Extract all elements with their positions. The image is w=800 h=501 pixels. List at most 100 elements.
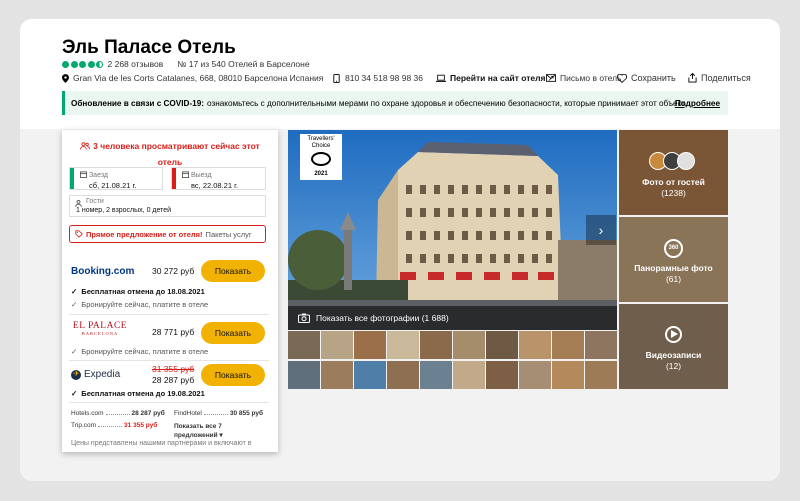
reviews-link[interactable]: 2 268 отзывов [108, 59, 164, 69]
checkin-accent [70, 168, 74, 189]
pay-later-note: ✓ Бронируйте сейчас, платите в отеле [71, 300, 208, 309]
expedia-logo-text: Expedia [84, 369, 121, 380]
award-year: 2021 [314, 171, 328, 177]
travellers-choice-badge: Travellers' Choice 2021 [300, 134, 342, 180]
rating-half-bubble-icon [96, 60, 103, 68]
show-button[interactable]: Показать [201, 364, 265, 386]
save-label: Сохранить [631, 73, 676, 83]
videos-count: (12) [665, 361, 682, 371]
thumbnail[interactable] [321, 361, 353, 389]
dotted-leader [98, 426, 123, 427]
phone-link[interactable]: 810 34 518 98 98 36 [332, 73, 423, 83]
address-text: Gran Via de les Corts Catalanes, 668, 08… [73, 73, 324, 83]
guests-field[interactable]: Гости 1 номер, 2 взрослых, 0 детей [69, 195, 266, 217]
email-link[interactable]: Письмо в отель [546, 73, 622, 83]
guest-photos-label: Фото от гостей [642, 177, 705, 187]
offer-expedia: ✈ Expedia 31 355 руб 28 287 руб Показать… [62, 362, 278, 402]
expedia-plane-icon: ✈ [71, 368, 81, 380]
elpalace-logo-sub: BARCELONA [81, 331, 119, 336]
mail-icon [546, 74, 556, 82]
thumbnail[interactable] [354, 361, 386, 389]
thumbnail[interactable] [519, 331, 551, 359]
show-all-offers-link[interactable]: Показать все 7 предложений ▾ [174, 422, 254, 440]
map-pin-icon [62, 73, 69, 83]
direct-deal-banner[interactable]: Прямое предложение от отеля! Пакеты услу… [69, 225, 266, 243]
hotel-header: Эль Паласе Отель 2 268 отзывов № 17 из 5… [20, 19, 780, 129]
calendar-icon [182, 171, 189, 178]
deal-packages: Пакеты услуг [205, 229, 252, 239]
mini-offer-price: 31 355 руб [124, 422, 158, 429]
award-title: Travellers' Choice [307, 136, 335, 149]
deal-text: Прямое предложение от отеля! [86, 229, 203, 239]
show-all-photos-label: Показать все фотографии (1 688) [316, 313, 449, 323]
guest-photos-tile[interactable]: Фото от гостей (1238) [619, 130, 728, 215]
thumbnail[interactable] [519, 361, 551, 389]
next-photo-button[interactable]: › [586, 215, 616, 245]
thumbnail[interactable] [486, 331, 518, 359]
thumbnail[interactable] [585, 361, 617, 389]
videos-tile[interactable]: Видеозаписи (12) [619, 304, 728, 389]
save-button[interactable]: Сохранить [617, 73, 676, 83]
rating-bubbles[interactable] [62, 60, 105, 68]
panorama-tile[interactable]: 360 Панорамные фото (61) [619, 217, 728, 302]
thumbnail[interactable] [552, 361, 584, 389]
tag-icon [75, 230, 83, 238]
thumbnail[interactable] [453, 361, 485, 389]
chevron-down-icon: ▾ [217, 432, 223, 439]
owl-icon [311, 152, 331, 166]
mini-offer-findhotel[interactable]: FindHotel 30 855 руб [174, 410, 263, 417]
thumbnail[interactable] [288, 331, 320, 359]
pay-later-text: Бронируйте сейчас, платите в отеле [81, 347, 209, 356]
checkin-label: Заезд [80, 171, 162, 179]
thumbnail[interactable] [453, 331, 485, 359]
website-link[interactable]: Перейти на сайт отеля ↗ [436, 73, 555, 84]
thumbnail[interactable] [420, 331, 452, 359]
thumbnail[interactable] [288, 361, 320, 389]
pay-later-note: ✓ Бронируйте сейчас, платите в отеле [71, 347, 208, 356]
thumbnail[interactable] [552, 331, 584, 359]
divider [69, 360, 269, 361]
checkin-label-text: Заезд [88, 172, 108, 179]
checkin-field[interactable]: Заезд сб, 21.08.21 г. [69, 167, 163, 190]
offer-price: 28 771 руб [152, 327, 195, 337]
phone-icon [333, 73, 340, 83]
camera-icon [298, 313, 310, 323]
thumbnail[interactable] [387, 331, 419, 359]
share-icon [688, 73, 697, 83]
info-row: Gran Via de les Corts Catalanes, 668, 08… [62, 71, 751, 85]
check-icon: ✓ [71, 300, 78, 309]
show-button[interactable]: Показать [201, 260, 265, 282]
share-button[interactable]: Поделиться [688, 73, 751, 83]
main-photo[interactable]: Travellers' Choice 2021 › Показать все ф… [288, 130, 617, 330]
thumbnail[interactable] [420, 361, 452, 389]
mini-offer-hotelscom[interactable]: Hotels.com 28 287 руб [71, 410, 165, 417]
thumbnail[interactable] [486, 361, 518, 389]
checkout-value: вс, 22.08.21 г. [191, 181, 238, 190]
pay-later-text: Бронируйте сейчас, платите в отеле [81, 300, 209, 309]
old-price: 31 355 руб [152, 364, 195, 374]
checkin-value: сб, 21.08.21 г. [89, 181, 137, 190]
heart-icon [617, 73, 627, 83]
thumbnail[interactable] [387, 361, 419, 389]
divider [69, 314, 269, 315]
covid-more-link[interactable]: Подробнее [675, 99, 720, 108]
covid-banner: Обновление в связи с COVID-19: ознакомьт… [62, 91, 728, 115]
covid-text: ознакомьтесь с дополнительными мерами по… [207, 98, 687, 108]
mini-offer-tripcom[interactable]: Trip.com 31 355 руб [71, 422, 157, 429]
page-title: Эль Паласе Отель [62, 37, 236, 58]
email-label: Письмо в отель [560, 73, 622, 83]
checkout-field[interactable]: Выезд вс, 22.08.21 г. [171, 167, 266, 190]
show-button[interactable]: Показать [201, 322, 265, 344]
rating-bubble-icon [79, 60, 86, 68]
people-icon [80, 142, 91, 150]
rank-link[interactable]: № 17 из 540 Отелей в Барселоне [177, 59, 309, 69]
free-cancel-note: ✓ Бесплатная отмена до 19.08.2021 [71, 389, 205, 398]
thumbnail[interactable] [321, 331, 353, 359]
elpalace-logo-text: EL PALACE [72, 321, 128, 331]
address-link[interactable]: Gran Via de les Corts Catalanes, 668, 08… [62, 73, 323, 83]
thumbnail[interactable] [354, 331, 386, 359]
person-icon [75, 200, 82, 207]
mini-offer-price: 28 287 руб [131, 410, 165, 417]
thumbnail[interactable] [585, 331, 617, 359]
show-all-photos-button[interactable]: Показать все фотографии (1 688) [288, 306, 617, 330]
